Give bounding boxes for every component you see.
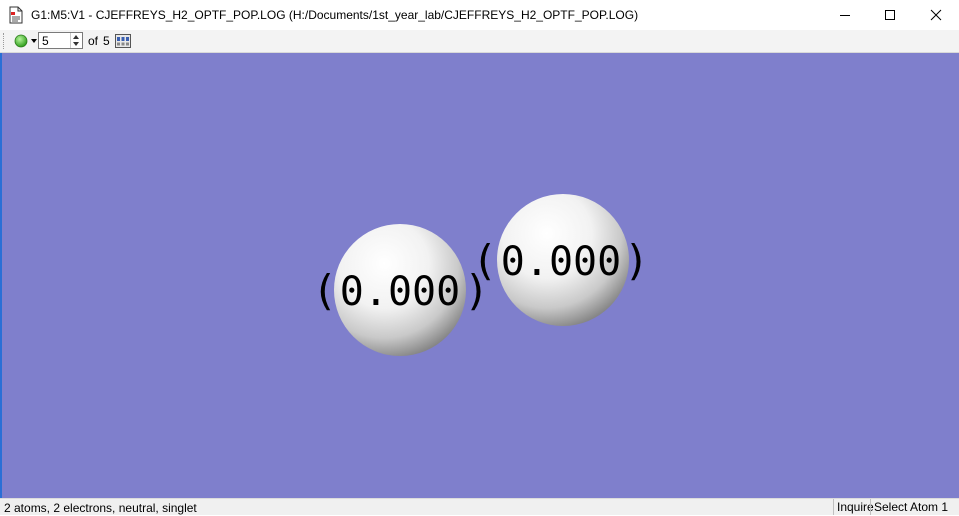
frame-total: 5 xyxy=(103,34,110,48)
frame-grid-icon[interactable] xyxy=(115,33,131,49)
title-bar: G1:M5:V1 - CJEFFREYS_H2_OPTF_POP.LOG (H:… xyxy=(0,0,959,30)
atom-charge-label-1: 0.000 xyxy=(340,269,460,315)
molecule-canvas[interactable]: 0.000 ( ) 0.000 ( ) xyxy=(2,53,959,498)
toolbar-grip[interactable] xyxy=(3,33,6,49)
frame-value[interactable]: 5 xyxy=(42,34,49,48)
close-icon xyxy=(930,9,942,21)
spin-buttons[interactable] xyxy=(70,33,82,48)
status-bar: 2 atoms, 2 electrons, neutral, singlet I… xyxy=(0,498,959,515)
window-title: G1:M5:V1 - CJEFFREYS_H2_OPTF_POP.LOG (H:… xyxy=(31,8,639,22)
bracket-right-2: ) xyxy=(624,236,649,285)
hydrogen-atom-2[interactable]: 0.000 ( ) xyxy=(472,194,649,326)
molecule-viewport[interactable]: 0.000 ( ) 0.000 ( ) xyxy=(0,53,959,498)
spin-down-icon[interactable] xyxy=(73,42,79,46)
maximize-icon xyxy=(885,10,895,20)
maximize-button[interactable] xyxy=(867,0,913,30)
bracket-left-2: ( xyxy=(472,236,497,285)
spin-up-icon[interactable] xyxy=(73,35,79,39)
bracket-left-1: ( xyxy=(312,266,337,315)
status-light-icon[interactable] xyxy=(14,34,28,48)
close-button[interactable] xyxy=(913,0,959,30)
minimize-button[interactable] xyxy=(822,0,868,30)
toolbar xyxy=(0,30,959,53)
atom-charge-label-2: 0.000 xyxy=(501,239,621,285)
frame-spinbox[interactable]: 5 xyxy=(38,32,83,49)
hydrogen-atom-1[interactable]: 0.000 ( ) xyxy=(312,224,489,356)
molecule-summary: 2 atoms, 2 electrons, neutral, singlet xyxy=(4,501,197,515)
chevron-down-icon[interactable] xyxy=(31,39,37,43)
of-label: of xyxy=(88,34,99,48)
gaussview-log-file-icon xyxy=(9,6,23,24)
selection-hint: Select Atom 1 xyxy=(870,499,951,515)
minimize-icon xyxy=(840,15,850,16)
